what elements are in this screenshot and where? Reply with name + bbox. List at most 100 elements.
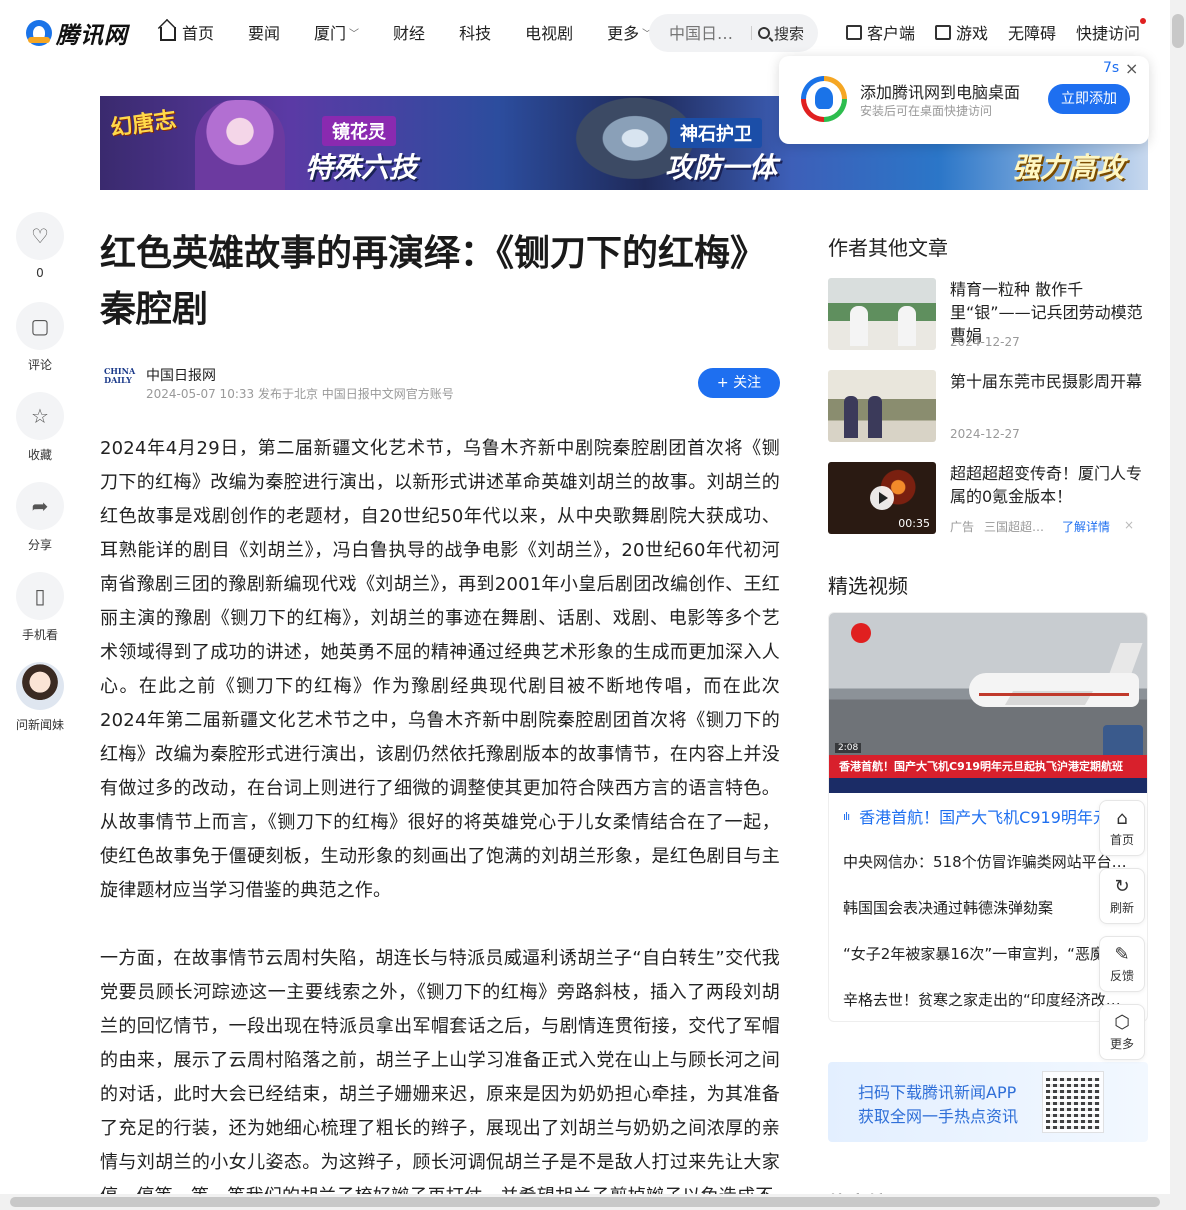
nav-item-tv[interactable]: 电视剧 <box>525 20 573 44</box>
video-list-item[interactable]: 辛格去世！贫寒之家走出的“印度经济改革之父” <box>843 977 1133 1021</box>
nav-item-finance[interactable]: 财经 <box>393 20 425 44</box>
float-label: 反馈 <box>1109 968 1134 983</box>
nav-item-more[interactable]: 更多 ﹀ <box>607 20 652 44</box>
banner-slogan: 特殊六技 <box>305 151 418 184</box>
video-list-item[interactable]: 韩国国会表决通过韩德洙弹劾案 <box>843 885 1133 931</box>
promo-line: 获取全网一手热点资讯 <box>858 1107 1019 1126</box>
article-item-title: 第十届东莞市民摄影周开幕 <box>950 372 1143 391</box>
playing-bars-icon: ılı <box>843 809 850 823</box>
video-player[interactable]: 2:08 香港首航！国产大飞机C919明年元旦起执飞沪港定期航班 <box>829 613 1147 793</box>
banner-tag: 镜花灵 <box>322 116 396 146</box>
star-icon: ☆ <box>16 392 64 440</box>
ad-video-thumbnail: 00:35 <box>828 462 936 534</box>
news-caption-bar: 2:08 香港首航！国产大飞机C919明年元旦起执飞沪港定期航班 <box>829 743 1147 793</box>
ad-tag: 广告 <box>950 520 975 534</box>
page: 腾讯网 首页 要闻 厦门﹀ 财经 科技 电视剧 更多﹀ 搜索 客户端 游戏 <box>0 0 1186 1210</box>
article-paragraph: 一方面，在故事情节云周村失陷，胡连长与特派员威逼利诱胡兰子“自白转生”交代我党要… <box>100 948 780 1207</box>
float-label: 刷新 <box>1109 900 1134 915</box>
article-action-rail: ♡ 0 ▢ 评论 ☆ 收藏 ➦ 分享 ▯ 手机看 问新闻妹 <box>16 212 64 752</box>
header-right-links: 客户端 游戏 无障碍 快捷访问 <box>846 18 1160 44</box>
article-title: 红色英雄故事的再演绎：《铡刀下的红梅》秦腔剧 <box>100 233 767 330</box>
nav-label: 更多 <box>607 24 640 43</box>
refresh-icon: ↻ <box>1114 875 1130 897</box>
link-label: 快捷访问 <box>1076 24 1141 43</box>
qr-code-pattern <box>1046 1075 1100 1129</box>
float-home-button[interactable]: ⌂ 首页 <box>1099 800 1145 856</box>
horizontal-scrollbar-thumb[interactable] <box>10 1197 1160 1207</box>
vertical-scrollbar-track[interactable] <box>1170 0 1186 1210</box>
float-more-button[interactable]: ⬡ 更多 <box>1099 1004 1145 1060</box>
phone-icon: ▯ <box>16 572 64 620</box>
author-article-item[interactable]: 精育一粒种 散作千里“银”——记兵团劳动模范曹娟 2024-12-27 <box>828 278 1148 350</box>
author-name[interactable]: 中国日报网 <box>146 365 216 385</box>
vertical-scrollbar-thumb[interactable] <box>1172 14 1184 48</box>
float-feedback-button[interactable]: ✎ 反馈 <box>1099 936 1145 992</box>
link-label: 无障碍 <box>1008 24 1057 43</box>
search-divider <box>751 26 752 40</box>
download-icon <box>846 24 862 40</box>
ad-learn-more-link[interactable]: 了解详情 <box>1062 518 1110 535</box>
nav-item-news[interactable]: 要闻 <box>248 20 280 44</box>
search-button[interactable]: 搜索 <box>758 23 804 44</box>
home-icon: ⌂ <box>1116 807 1128 829</box>
video-duration: 00:35 <box>898 517 930 530</box>
nav-item-home[interactable]: 首页 <box>160 20 214 44</box>
rail-label: 分享 <box>27 538 52 552</box>
video-time-overlay: 2:08 <box>835 743 862 753</box>
follow-button[interactable]: + 关注 <box>698 368 780 398</box>
popup-subtitle: 安装后可在桌面快捷访问 <box>860 104 993 118</box>
china-daily-logo[interactable]: CHINA DAILY <box>104 367 135 397</box>
banner-tag: 神石护卫 <box>670 118 762 148</box>
author-article-item[interactable]: 第十届东莞市民摄影周开幕 2024-12-27 <box>828 370 1148 442</box>
add-to-desktop-popup: 添加腾讯网到电脑桌面 安装后可在桌面快捷访问 立即添加 7s × <box>779 56 1149 144</box>
nav-item-tech[interactable]: 科技 <box>459 20 491 44</box>
gamepad-icon <box>935 24 952 40</box>
float-label: 首页 <box>1109 832 1134 847</box>
link-label: 游戏 <box>956 24 989 43</box>
quick-access-link[interactable]: 快捷访问 <box>1076 18 1147 44</box>
favorite-button[interactable]: ☆ 收藏 <box>16 392 64 482</box>
publish-meta: 2024-05-07 10:33 发布于北京 中国日报中文网官方账号 <box>146 387 454 401</box>
article-thumbnail <box>828 370 936 442</box>
like-button[interactable]: ♡ 0 <box>16 212 64 302</box>
nav-label: 首页 <box>182 24 215 43</box>
comment-button[interactable]: ▢ 评论 <box>16 302 64 392</box>
nav-item-xiamen[interactable]: 厦门 ﹀ <box>314 20 359 44</box>
featured-video-heading: 精选视频 <box>828 574 908 598</box>
banner-slogan: 攻防一体 <box>665 151 778 184</box>
video-item-title: 香港首航！国产大飞机C919明年元旦起执飞沪港定期航班 <box>859 808 1133 827</box>
mobile-view-button[interactable]: ▯ 手机看 <box>16 572 64 662</box>
sponsored-article-item[interactable]: 00:35 超超超超变传奇！厦门人专属的0氪金版本！ 广告 三国超超… 了解详情… <box>828 462 1148 534</box>
video-list-item[interactable]: 中央网信办：518个仿冒诈骗类网站平台被处置 <box>843 839 1133 885</box>
share-button[interactable]: ➦ 分享 <box>16 482 64 572</box>
nav-label: 要闻 <box>248 24 281 43</box>
tencent-logo-icon <box>26 20 52 46</box>
article-item-date: 2024-12-27 <box>950 335 1020 349</box>
games-link[interactable]: 游戏 <box>935 20 988 44</box>
home-icon <box>160 27 176 41</box>
search-input[interactable] <box>669 23 749 43</box>
add-now-button[interactable]: 立即添加 <box>1048 84 1130 114</box>
rail-label: 手机看 <box>21 628 58 642</box>
client-link[interactable]: 客户端 <box>846 20 915 44</box>
ad-source: 三国超超… <box>984 520 1045 534</box>
banner-game-logo: 幻唐志 <box>108 106 178 142</box>
app-download-promo[interactable]: 扫码下载腾讯新闻APP 获取全网一手热点资讯 <box>828 1062 1148 1142</box>
share-icon: ➦ <box>16 482 64 530</box>
float-refresh-button[interactable]: ↻ 刷新 <box>1099 868 1145 924</box>
tencent-logo[interactable]: 腾讯网 <box>26 16 128 50</box>
popup-countdown: 7s <box>1103 60 1120 76</box>
article-body: 2024年4月29日，第二届新疆文化艺术节，乌鲁木齐新中剧院秦腔剧团首次将《铡刀… <box>100 432 780 1210</box>
close-icon[interactable]: × <box>1124 518 1134 535</box>
rail-label: 评论 <box>27 358 52 372</box>
ad-title: 超超超超变传奇！厦门人专属的0氪金版本！ <box>950 464 1143 506</box>
link-label: 客户端 <box>867 24 916 43</box>
accessibility-link[interactable]: 无障碍 <box>1008 20 1056 44</box>
close-icon[interactable]: × <box>1125 59 1138 78</box>
comment-icon: ▢ <box>16 302 64 350</box>
video-list-item-active[interactable]: ılı 香港首航！国产大飞机C919明年元旦起执飞沪港定期航班 <box>843 793 1133 839</box>
search-box: 搜索 <box>649 14 818 52</box>
video-list-item[interactable]: “女子2年被家暴16次”一审宣判，“恶魔”获刑 <box>843 931 1133 977</box>
main-nav: 首页 要闻 厦门 ﹀ 财经 科技 电视剧 更多 ﹀ <box>160 20 686 44</box>
ask-assistant-button[interactable]: 问新闻妹 <box>16 662 64 752</box>
